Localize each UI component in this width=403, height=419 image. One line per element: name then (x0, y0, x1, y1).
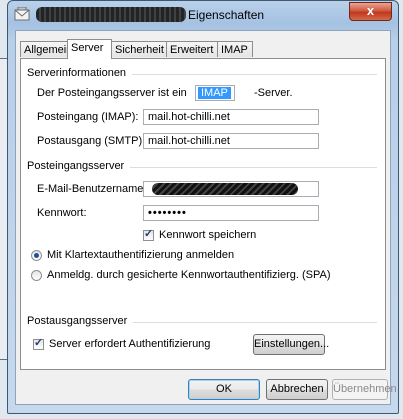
username-label: E-Mail-Benutzername: (37, 183, 147, 195)
tab-erweitert[interactable]: Erweitert (166, 41, 218, 57)
incoming-server-title: Posteingangsserver (27, 160, 131, 172)
radio-selected-icon (34, 253, 39, 258)
properties-dialog: Eigenschaften x Allgemein Server Sicherh… (7, 0, 399, 414)
tab-imap[interactable]: IMAP (217, 41, 253, 57)
auth-required-checkbox[interactable]: ✓ (33, 337, 44, 350)
server-info-title: Serverinformationen (27, 67, 133, 79)
redacted-account-name (36, 7, 186, 22)
password-label: Kennwort: (37, 207, 87, 219)
incoming-server-input[interactable]: mail.hot-chilli.net (143, 109, 319, 125)
incoming-server-label: Posteingang (IMAP): (37, 111, 139, 123)
apply-button[interactable]: Übernehmen (332, 379, 397, 400)
remember-password-checkbox[interactable]: ✓ (143, 228, 154, 241)
outgoing-server-input[interactable]: mail.hot-chilli.net (143, 133, 319, 149)
tab-server[interactable]: Server (67, 39, 112, 59)
incoming-type-field[interactable]: IMAP (195, 85, 235, 101)
mail-account-icon (14, 6, 30, 21)
clear-text-label: Mit Klartextauthentifizierung anmelden (47, 249, 235, 261)
outgoing-server-label: Postausgang (SMTP): (37, 135, 146, 147)
tab-sicherheit[interactable]: Sicherheit (111, 41, 167, 57)
username-input[interactable] (143, 181, 319, 197)
spa-radio[interactable] (31, 270, 42, 281)
password-input[interactable]: •••••••• (143, 205, 319, 221)
title-bar[interactable]: Eigenschaften x (8, 1, 398, 31)
ok-button[interactable]: OK (188, 379, 260, 400)
incoming-type-prefix: Der Posteingangsserver ist ein (37, 87, 187, 99)
checkmark-icon: ✓ (34, 337, 44, 349)
clear-text-radio[interactable] (31, 250, 42, 261)
auth-required-label: Server erfordert Authentifizierung (49, 338, 211, 350)
redacted-username (152, 183, 298, 195)
window-title: Eigenschaften (188, 8, 265, 22)
checkmark-icon: ✓ (144, 228, 154, 240)
server-tab-panel: Serverinformationen Der Posteingangsserv… (20, 58, 386, 370)
incoming-type-value: IMAP (198, 87, 231, 99)
outgoing-server-title: Postausgangsserver (27, 315, 134, 327)
settings-button[interactable]: Einstellungen... (253, 334, 329, 355)
incoming-type-suffix: -Server. (254, 87, 293, 99)
remember-password-label: Kennwort speichern (159, 229, 257, 241)
dialog-client: Allgemein Server Sicherheit Erweitert IM… (15, 30, 397, 405)
cancel-button[interactable]: Abbrechen (266, 379, 328, 400)
spa-label: Anmeldg. durch gesicherte Kennwortauthen… (47, 269, 331, 281)
tab-allgemein[interactable]: Allgemein (20, 41, 72, 57)
close-button[interactable]: x (349, 2, 392, 21)
